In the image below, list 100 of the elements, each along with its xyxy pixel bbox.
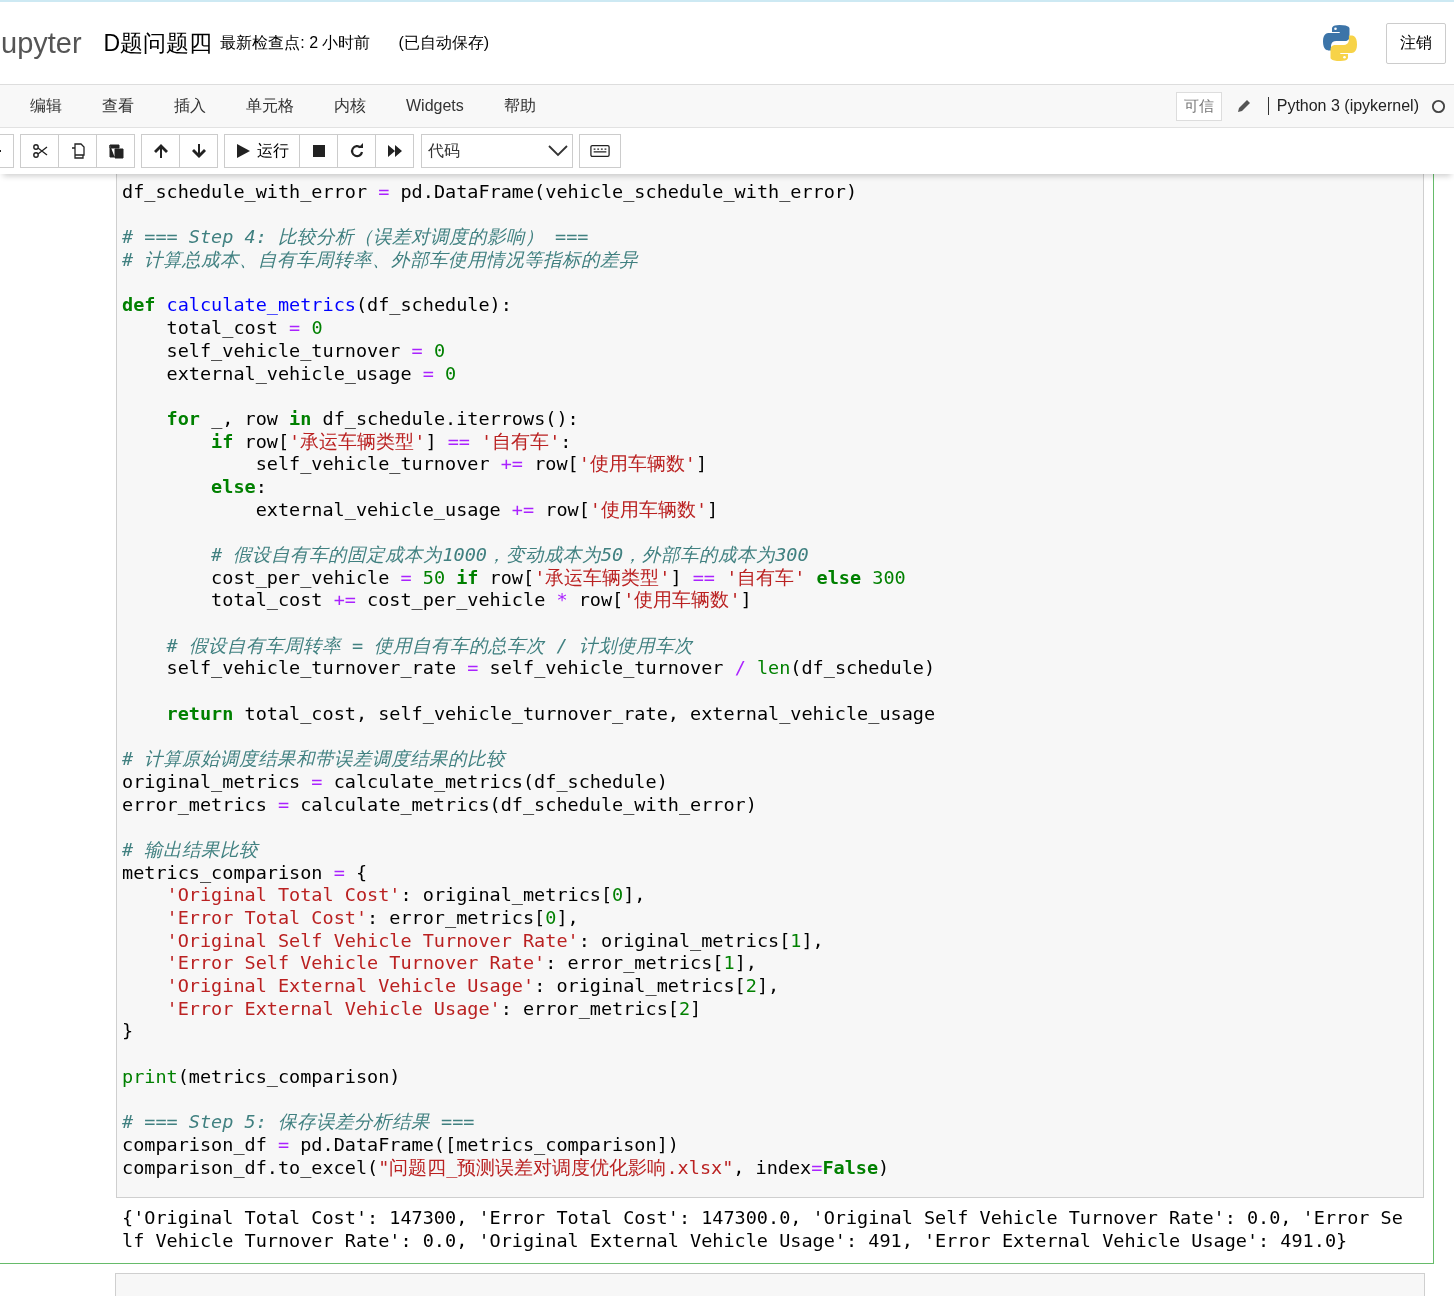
code-text: _, row	[211, 407, 278, 429]
code-operator: =	[411, 339, 423, 361]
code-operator: =	[811, 1156, 823, 1178]
code-text: self_vehicle_turnover	[489, 657, 724, 679]
code-text: : error_metrics[	[545, 952, 724, 974]
code-text: ]	[690, 997, 702, 1019]
code-number: 2	[678, 997, 691, 1019]
code-text: comparison_df.to_excel(	[122, 1156, 379, 1178]
code-text: : original_metrics[	[400, 884, 613, 906]
code-text: original_metrics	[122, 770, 301, 792]
code-number: 0	[311, 317, 323, 339]
code-string: "问题四_预测误差对调度优化影响.xlsx"	[378, 1156, 734, 1178]
menu-item[interactable]: 内核	[334, 95, 366, 117]
menu-item[interactable]: 单元格	[246, 95, 294, 117]
code-number: 0	[612, 884, 624, 906]
code-number: 2	[745, 975, 757, 997]
code-text: row[	[578, 589, 624, 611]
code-builtin: print	[122, 1065, 178, 1087]
code-operator: *	[556, 589, 568, 611]
run-button[interactable]: 运行	[224, 134, 300, 168]
code-text: self_vehicle_turnover_rate	[166, 657, 457, 679]
code-operator: =	[277, 1133, 290, 1155]
code-text: )	[878, 1156, 890, 1178]
code-number: 50	[422, 566, 446, 588]
code-text: cost_per_vehicle	[211, 566, 390, 588]
code-string: 'Error Total Cost'	[166, 907, 368, 928]
autosave-status: (已自动保存)	[398, 32, 490, 53]
code-text: : error_metrics[	[500, 997, 679, 1019]
code-text: ]	[695, 453, 708, 475]
code-string: 'Original Self Vehicle Turnover Rate'	[166, 929, 579, 951]
code-keyword: for	[166, 407, 200, 429]
code-operator: =	[333, 861, 345, 883]
code-text: calculate_metrics(df_schedule)	[333, 770, 668, 792]
code-string: 'Error External Vehicle Usage'	[166, 997, 501, 1019]
code-text: self_vehicle_turnover	[255, 453, 490, 475]
code-text: ]	[707, 498, 719, 520]
code-number: 300	[872, 566, 906, 588]
code-text: comparison_df	[122, 1133, 267, 1155]
code-keyword: else	[816, 566, 862, 588]
code-comment: # 计算总成本、自有车周转率、外部车使用情况等指标的差异	[122, 249, 639, 271]
code-text: row[	[545, 498, 590, 520]
output-text: lf Vehicle Turnover Rate': 0.0, 'Original External Vehicle Usage': 491, 'Error External Vehicle Usage': 491.0}	[122, 1229, 1349, 1253]
jupyter-logo-text[interactable]: upyter	[1, 26, 82, 60]
code-keyword: if	[211, 430, 234, 452]
code-comment: # 假设自有车周转率 = 使用自有车的总车次 / 计划使用车次	[166, 634, 693, 656]
code-text: :	[255, 475, 267, 497]
code-number: 0	[433, 339, 446, 361]
code-text: ],	[756, 975, 780, 997]
code-string: '承运车辆类型'	[289, 430, 426, 452]
code-text: total_cost, self_vehicle_turnover_rate, external_vehicle_usage	[244, 702, 936, 724]
logout-button[interactable]: 注销	[1386, 22, 1446, 64]
menu-item[interactable]: 编辑	[30, 95, 62, 117]
code-string: '自有车'	[726, 566, 806, 588]
code-keyword: if	[456, 566, 479, 588]
code-number: 0	[545, 907, 557, 928]
code-function-name: calculate_metrics	[166, 294, 356, 316]
code-text: (metrics_comparison)	[177, 1065, 401, 1087]
code-string: '承运车辆类型'	[534, 566, 671, 588]
code-text: df_schedule.iterrows():	[322, 407, 579, 429]
code-comment: # 假设自有车的固定成本为1000，变动成本为50，外部车的成本为300	[211, 544, 809, 565]
code-text: ],	[734, 952, 757, 974]
code-comment: # 计算原始调度结果和带误差调度结果的比较	[122, 748, 506, 770]
code-string: '使用车辆数'	[623, 589, 741, 611]
code-keyword: else	[211, 475, 256, 497]
code-text: pd.DataFrame([metrics_comparison])	[300, 1133, 679, 1155]
output-text: {'Original Total Cost': 147300, 'Error Total Cost': 147300.0, 'Original Self Vehicle Turnover Rate': 0.0, 'Error Se	[122, 1207, 1404, 1230]
menu-item[interactable]: Widgets	[406, 97, 464, 115]
code-text: : original_metrics[	[534, 975, 746, 997]
code-text: total_cost	[166, 317, 278, 339]
code-string: 'Original External Vehicle Usage'	[166, 975, 535, 997]
code-keyword: False	[822, 1156, 879, 1178]
code-text: pd.DataFrame(vehicle_schedule_with_error)	[400, 181, 858, 202]
code-text: : original_metrics[	[578, 929, 791, 951]
code-text: (df_schedule)	[790, 657, 936, 679]
kernel-name[interactable]: Python 3 (ipykernel)	[1267, 97, 1419, 115]
menu-item[interactable]: 帮助	[503, 95, 536, 117]
code-text: ],	[623, 884, 646, 906]
code-text: ]	[740, 589, 752, 611]
code-string: 'Error Self Vehicle Turnover Rate'	[166, 952, 546, 974]
menu-item[interactable]: 插入	[174, 95, 206, 117]
code-text: df_schedule_with_error	[122, 181, 368, 202]
trusted-indicator[interactable]: 可信	[1175, 91, 1222, 121]
code-text: calculate_metrics(df_schedule_with_error)	[300, 793, 757, 815]
code-number: 1	[723, 952, 735, 974]
code-builtin: len	[756, 657, 791, 679]
code-text: row[	[534, 453, 579, 475]
code-text: :	[560, 430, 572, 452]
code-text: row[	[489, 566, 535, 588]
menu-item[interactable]: 查看	[102, 95, 134, 117]
code-text: error_metrics	[122, 793, 267, 815]
code-operator: =	[289, 317, 301, 339]
code-operator: =	[422, 362, 434, 384]
code-number: 0	[445, 362, 457, 384]
code-comment: # 输出结果比较	[122, 838, 259, 860]
code-text: , index	[733, 1156, 812, 1178]
code-operator: =	[277, 793, 290, 815]
notebook-title[interactable]: D题问题四	[103, 27, 213, 59]
checkpoint-status: 最新检查点: 2 小时前	[220, 32, 371, 53]
code-text: ]	[425, 430, 437, 452]
cell-type-dropdown[interactable]: 代码	[421, 134, 573, 168]
